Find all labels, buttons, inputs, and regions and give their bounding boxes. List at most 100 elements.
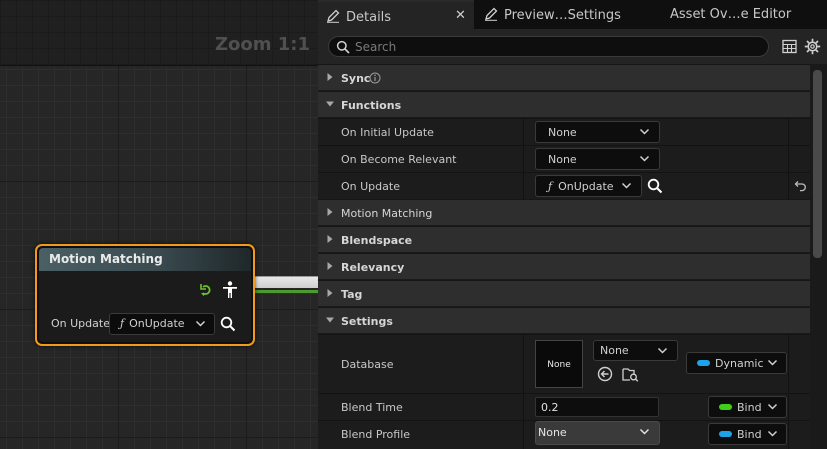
chevron-right-icon	[327, 262, 333, 270]
category-label: Settings	[341, 315, 393, 328]
search-icon	[336, 40, 350, 54]
node-function-value: OnUpdate	[129, 317, 185, 330]
zoom-label: Zoom 1:1	[214, 34, 310, 55]
property-name: On Become Relevant	[341, 153, 457, 166]
dropdown-value: None	[600, 344, 629, 357]
pose-output-icon[interactable]	[222, 281, 238, 299]
chevron-down-icon	[195, 320, 206, 327]
binding-indicator	[697, 360, 710, 366]
chevron-right-icon	[327, 208, 333, 216]
category-label: Relevancy	[341, 261, 405, 274]
category-sync[interactable]: Sync	[318, 64, 810, 90]
on-initial-update-dropdown[interactable]: None	[535, 121, 660, 143]
details-property-list: Sync Functions On Initial Update None On…	[318, 64, 810, 449]
search-input[interactable]	[355, 38, 755, 55]
on-update-dropdown[interactable]: ƒ OnUpdate	[535, 175, 642, 197]
pencil-icon	[485, 7, 498, 21]
binding-value: Dynamic	[715, 357, 764, 370]
dropdown-value: None	[548, 126, 577, 139]
dropdown-value: OnUpdate	[558, 180, 614, 193]
asset-thumbnail[interactable]: None	[535, 340, 583, 388]
table-icon[interactable]	[782, 39, 797, 54]
tab-bar: Details ✕ Preview…Settings Asset Ov…e Ed…	[318, 0, 827, 29]
blend-time-binding-dropdown[interactable]: Bind	[708, 396, 787, 418]
chevron-down-icon	[767, 359, 778, 366]
blend-profile-dropdown[interactable]: None	[535, 421, 660, 445]
motion-matching-node[interactable]: Motion Matching On Update ƒ OnUpdate	[35, 244, 255, 346]
property-row-on-update: On Update ƒ OnUpdate	[318, 172, 810, 199]
category-tag[interactable]: Tag	[318, 280, 810, 306]
category-label: Blendspace	[341, 234, 413, 247]
category-label: Motion Matching	[341, 207, 433, 220]
scrollbar-thumb[interactable]	[813, 70, 822, 258]
gear-icon[interactable]	[804, 38, 821, 55]
property-name: Blend Profile	[341, 428, 411, 441]
details-scrollbar[interactable]	[810, 64, 827, 449]
property-name: Blend Time	[341, 401, 403, 414]
chevron-down-icon	[657, 347, 668, 354]
search-icon[interactable]	[647, 178, 663, 194]
category-blendspace[interactable]: Blendspace	[318, 226, 810, 252]
reset-to-default-icon[interactable]	[794, 180, 807, 192]
category-label: Sync	[341, 72, 371, 85]
tab-preview-settings[interactable]: Preview…Settings	[478, 0, 658, 29]
info-icon	[369, 72, 381, 84]
binding-indicator	[719, 404, 732, 410]
chevron-down-icon	[639, 155, 650, 162]
property-row-on-initial-update: On Initial Update None	[318, 118, 810, 145]
chevron-down-icon	[639, 128, 650, 135]
category-label: Functions	[341, 99, 402, 112]
chevron-down-icon	[326, 317, 334, 323]
thumbnail-label: None	[547, 360, 571, 370]
function-glyph: ƒ	[548, 180, 553, 193]
search-box[interactable]	[328, 36, 769, 57]
close-icon[interactable]: ✕	[455, 8, 466, 23]
details-panel: Details ✕ Preview…Settings Asset Ov…e Ed…	[318, 0, 827, 449]
binding-indicator	[719, 431, 732, 437]
chevron-down-icon	[621, 182, 632, 189]
pose-wire	[252, 276, 318, 288]
exec-wire	[252, 290, 318, 293]
graph-toolbar-area: Zoom 1:1	[0, 0, 318, 66]
blend-time-input[interactable]: 0.2	[535, 397, 659, 417]
search-icon[interactable]	[220, 316, 236, 332]
node-title: Motion Matching	[39, 248, 251, 271]
property-row-on-become-relevant: On Become Relevant None	[318, 145, 810, 172]
search-row	[318, 29, 827, 64]
tab-details-label: Details	[346, 10, 392, 25]
tab-asset-override-editor[interactable]: Asset Ov…e Editor	[664, 0, 824, 29]
node-function-dropdown[interactable]: ƒ OnUpdate	[109, 313, 215, 335]
binding-value: Bind	[737, 428, 762, 441]
node-pin-label: On Update	[51, 317, 110, 330]
browse-asset-icon[interactable]	[622, 366, 639, 382]
input-value: 0.2	[541, 401, 559, 414]
property-name: On Update	[341, 180, 400, 193]
category-functions[interactable]: Functions	[318, 91, 810, 117]
tab-asset-label: Asset Ov…e Editor	[670, 7, 792, 22]
blend-profile-binding-dropdown[interactable]: Bind	[708, 423, 787, 445]
chevron-right-icon	[327, 289, 333, 297]
chevron-right-icon	[327, 235, 333, 243]
pencil-icon	[327, 9, 340, 23]
property-name: On Initial Update	[341, 126, 434, 139]
chevron-right-icon	[327, 73, 333, 81]
binding-value: Bind	[737, 401, 762, 414]
category-motion-matching[interactable]: Motion Matching	[318, 199, 810, 225]
property-row-blend-profile: Blend Profile None Bind	[318, 420, 810, 449]
chevron-down-icon	[639, 428, 650, 435]
database-asset-dropdown[interactable]: None	[593, 340, 678, 361]
chevron-down-icon	[767, 403, 778, 410]
chevron-down-icon	[767, 430, 778, 437]
on-become-relevant-dropdown[interactable]: None	[535, 148, 660, 170]
property-name: Database	[341, 358, 394, 371]
graph-canvas[interactable]: Zoom 1:1 Motion Matching On Update ƒ OnUp…	[0, 0, 318, 449]
category-settings[interactable]: Settings	[318, 307, 810, 333]
category-relevancy[interactable]: Relevancy	[318, 253, 810, 279]
function-glyph: ƒ	[120, 317, 125, 330]
tab-details[interactable]: Details ✕	[318, 0, 474, 29]
database-binding-dropdown[interactable]: Dynamic	[686, 352, 787, 374]
property-row-database: Database None None Dynamic	[318, 334, 810, 393]
category-label: Tag	[341, 288, 363, 301]
chevron-down-icon	[326, 101, 334, 107]
use-selected-asset-icon[interactable]	[597, 366, 613, 382]
